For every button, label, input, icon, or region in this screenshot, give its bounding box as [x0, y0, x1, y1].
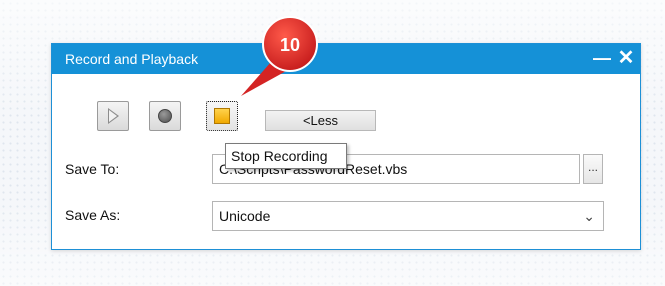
- browse-button[interactable]: ...: [583, 154, 603, 184]
- save-as-encoding-select[interactable]: Unicode ⌄: [212, 201, 604, 231]
- minimize-button[interactable]: —: [592, 46, 612, 70]
- chevron-down-icon: ⌄: [583, 208, 595, 224]
- record-icon: [158, 109, 172, 123]
- title-bar[interactable]: Record and Playback — ✕: [52, 44, 640, 74]
- save-as-label: Save As:: [65, 207, 121, 223]
- step-callout: 10: [241, 16, 318, 96]
- stop-icon: [214, 108, 230, 124]
- stop-recording-button[interactable]: [206, 101, 238, 131]
- record-playback-window: Record and Playback — ✕ <Less Save To: C…: [51, 43, 641, 250]
- callout-number: 10: [280, 35, 300, 55]
- play-button[interactable]: [97, 101, 129, 131]
- record-button[interactable]: [149, 101, 181, 131]
- save-to-label: Save To:: [65, 161, 120, 177]
- window-title: Record and Playback: [65, 51, 199, 67]
- play-icon-fill: [109, 110, 117, 122]
- close-button[interactable]: ✕: [616, 46, 636, 70]
- save-as-selected-value: Unicode: [219, 208, 271, 224]
- stop-recording-tooltip: Stop Recording: [225, 143, 347, 169]
